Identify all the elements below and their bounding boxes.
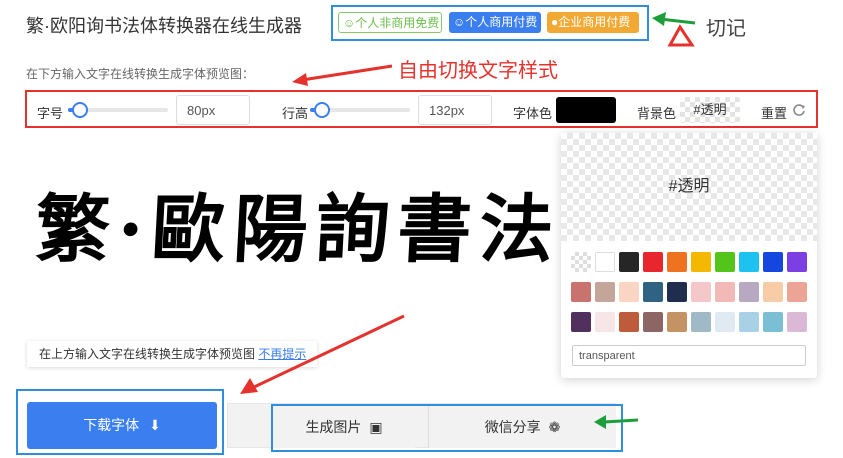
color-swatch[interactable] xyxy=(643,282,663,302)
badge-enterprise-paid[interactable]: ●企业商用付费 xyxy=(547,12,639,33)
hint-text: 在下方输入文字在线转换生成字体预览图： xyxy=(26,67,255,81)
color-swatch[interactable] xyxy=(691,252,711,272)
annotation-toggle-style: 自由切换文字样式 xyxy=(398,60,558,82)
color-swatch[interactable] xyxy=(715,282,735,302)
line-height-input[interactable]: 132px xyxy=(418,95,492,125)
color-swatch[interactable] xyxy=(739,282,759,302)
bg-color-label: 背景色 xyxy=(637,106,677,121)
color-swatch[interactable] xyxy=(571,282,591,302)
color-swatch[interactable] xyxy=(739,252,759,272)
color-swatch[interactable] xyxy=(595,252,615,272)
line-height-slider-thumb[interactable] xyxy=(314,102,330,118)
color-swatch[interactable] xyxy=(691,282,711,302)
generate-share-highlight xyxy=(271,404,623,452)
color-swatch[interactable] xyxy=(643,252,663,272)
color-swatch[interactable] xyxy=(763,252,783,272)
refresh-icon[interactable] xyxy=(792,103,806,117)
color-swatch[interactable] xyxy=(715,252,735,272)
color-swatch[interactable] xyxy=(787,312,807,332)
color-swatch[interactable] xyxy=(571,312,591,332)
color-swatch[interactable] xyxy=(667,252,687,272)
color-swatch[interactable] xyxy=(571,252,591,272)
annotation-arrow-green-bottom xyxy=(594,415,639,429)
annotation-arrow-red-top xyxy=(292,64,393,86)
badge-personal-free[interactable]: ☺个人非商用免费 xyxy=(338,12,442,33)
color-swatch[interactable] xyxy=(787,252,807,272)
font-size-label: 字号 xyxy=(37,106,64,121)
font-preview-text: 繁·歐陽詢書法體 xyxy=(33,187,646,273)
line-height-label: 行高 xyxy=(282,106,309,121)
color-swatch[interactable] xyxy=(763,282,783,302)
color-hex-input[interactable]: transparent xyxy=(572,345,806,366)
annotation-remember: 切记 xyxy=(706,18,746,40)
page-title: 繁·欧阳询书法体转换器在线生成器 xyxy=(26,16,302,36)
download-font-button[interactable]: 下载字体 ⬇ xyxy=(27,402,217,449)
color-swatch[interactable] xyxy=(595,282,615,302)
color-swatch[interactable] xyxy=(691,312,711,332)
color-swatch[interactable] xyxy=(619,282,639,302)
color-swatch[interactable] xyxy=(739,312,759,332)
user-icon: ☺ xyxy=(453,15,466,29)
font-size-input[interactable]: 80px xyxy=(176,95,250,125)
annotation-arrow-red-bottom xyxy=(240,314,405,394)
color-swatch[interactable] xyxy=(715,312,735,332)
color-swatch[interactable] xyxy=(619,252,639,272)
color-swatch[interactable] xyxy=(667,282,687,302)
color-swatch[interactable] xyxy=(787,282,807,302)
annotation-arrow-green xyxy=(652,12,696,47)
color-swatch[interactable] xyxy=(643,312,663,332)
reset-label[interactable]: 重置 xyxy=(761,103,787,122)
font-color-label: 字体色 xyxy=(513,106,553,121)
font-color-swatch[interactable] xyxy=(556,97,616,123)
badge-personal-paid[interactable]: ☺个人商用付费 xyxy=(449,12,541,33)
color-swatch[interactable] xyxy=(763,312,783,332)
color-picker-preview: #透明 xyxy=(561,133,817,241)
color-swatch[interactable] xyxy=(595,312,615,332)
color-swatch[interactable] xyxy=(619,312,639,332)
color-swatch[interactable] xyxy=(667,312,687,332)
font-size-slider-thumb[interactable] xyxy=(72,102,88,118)
user-icon: ☺ xyxy=(343,16,356,30)
download-icon: ⬇ xyxy=(149,417,161,433)
bg-color-swatch[interactable]: #透明 xyxy=(680,97,740,123)
tip-text: 在上方输入文字在线转换生成字体预览图 xyxy=(39,347,256,361)
